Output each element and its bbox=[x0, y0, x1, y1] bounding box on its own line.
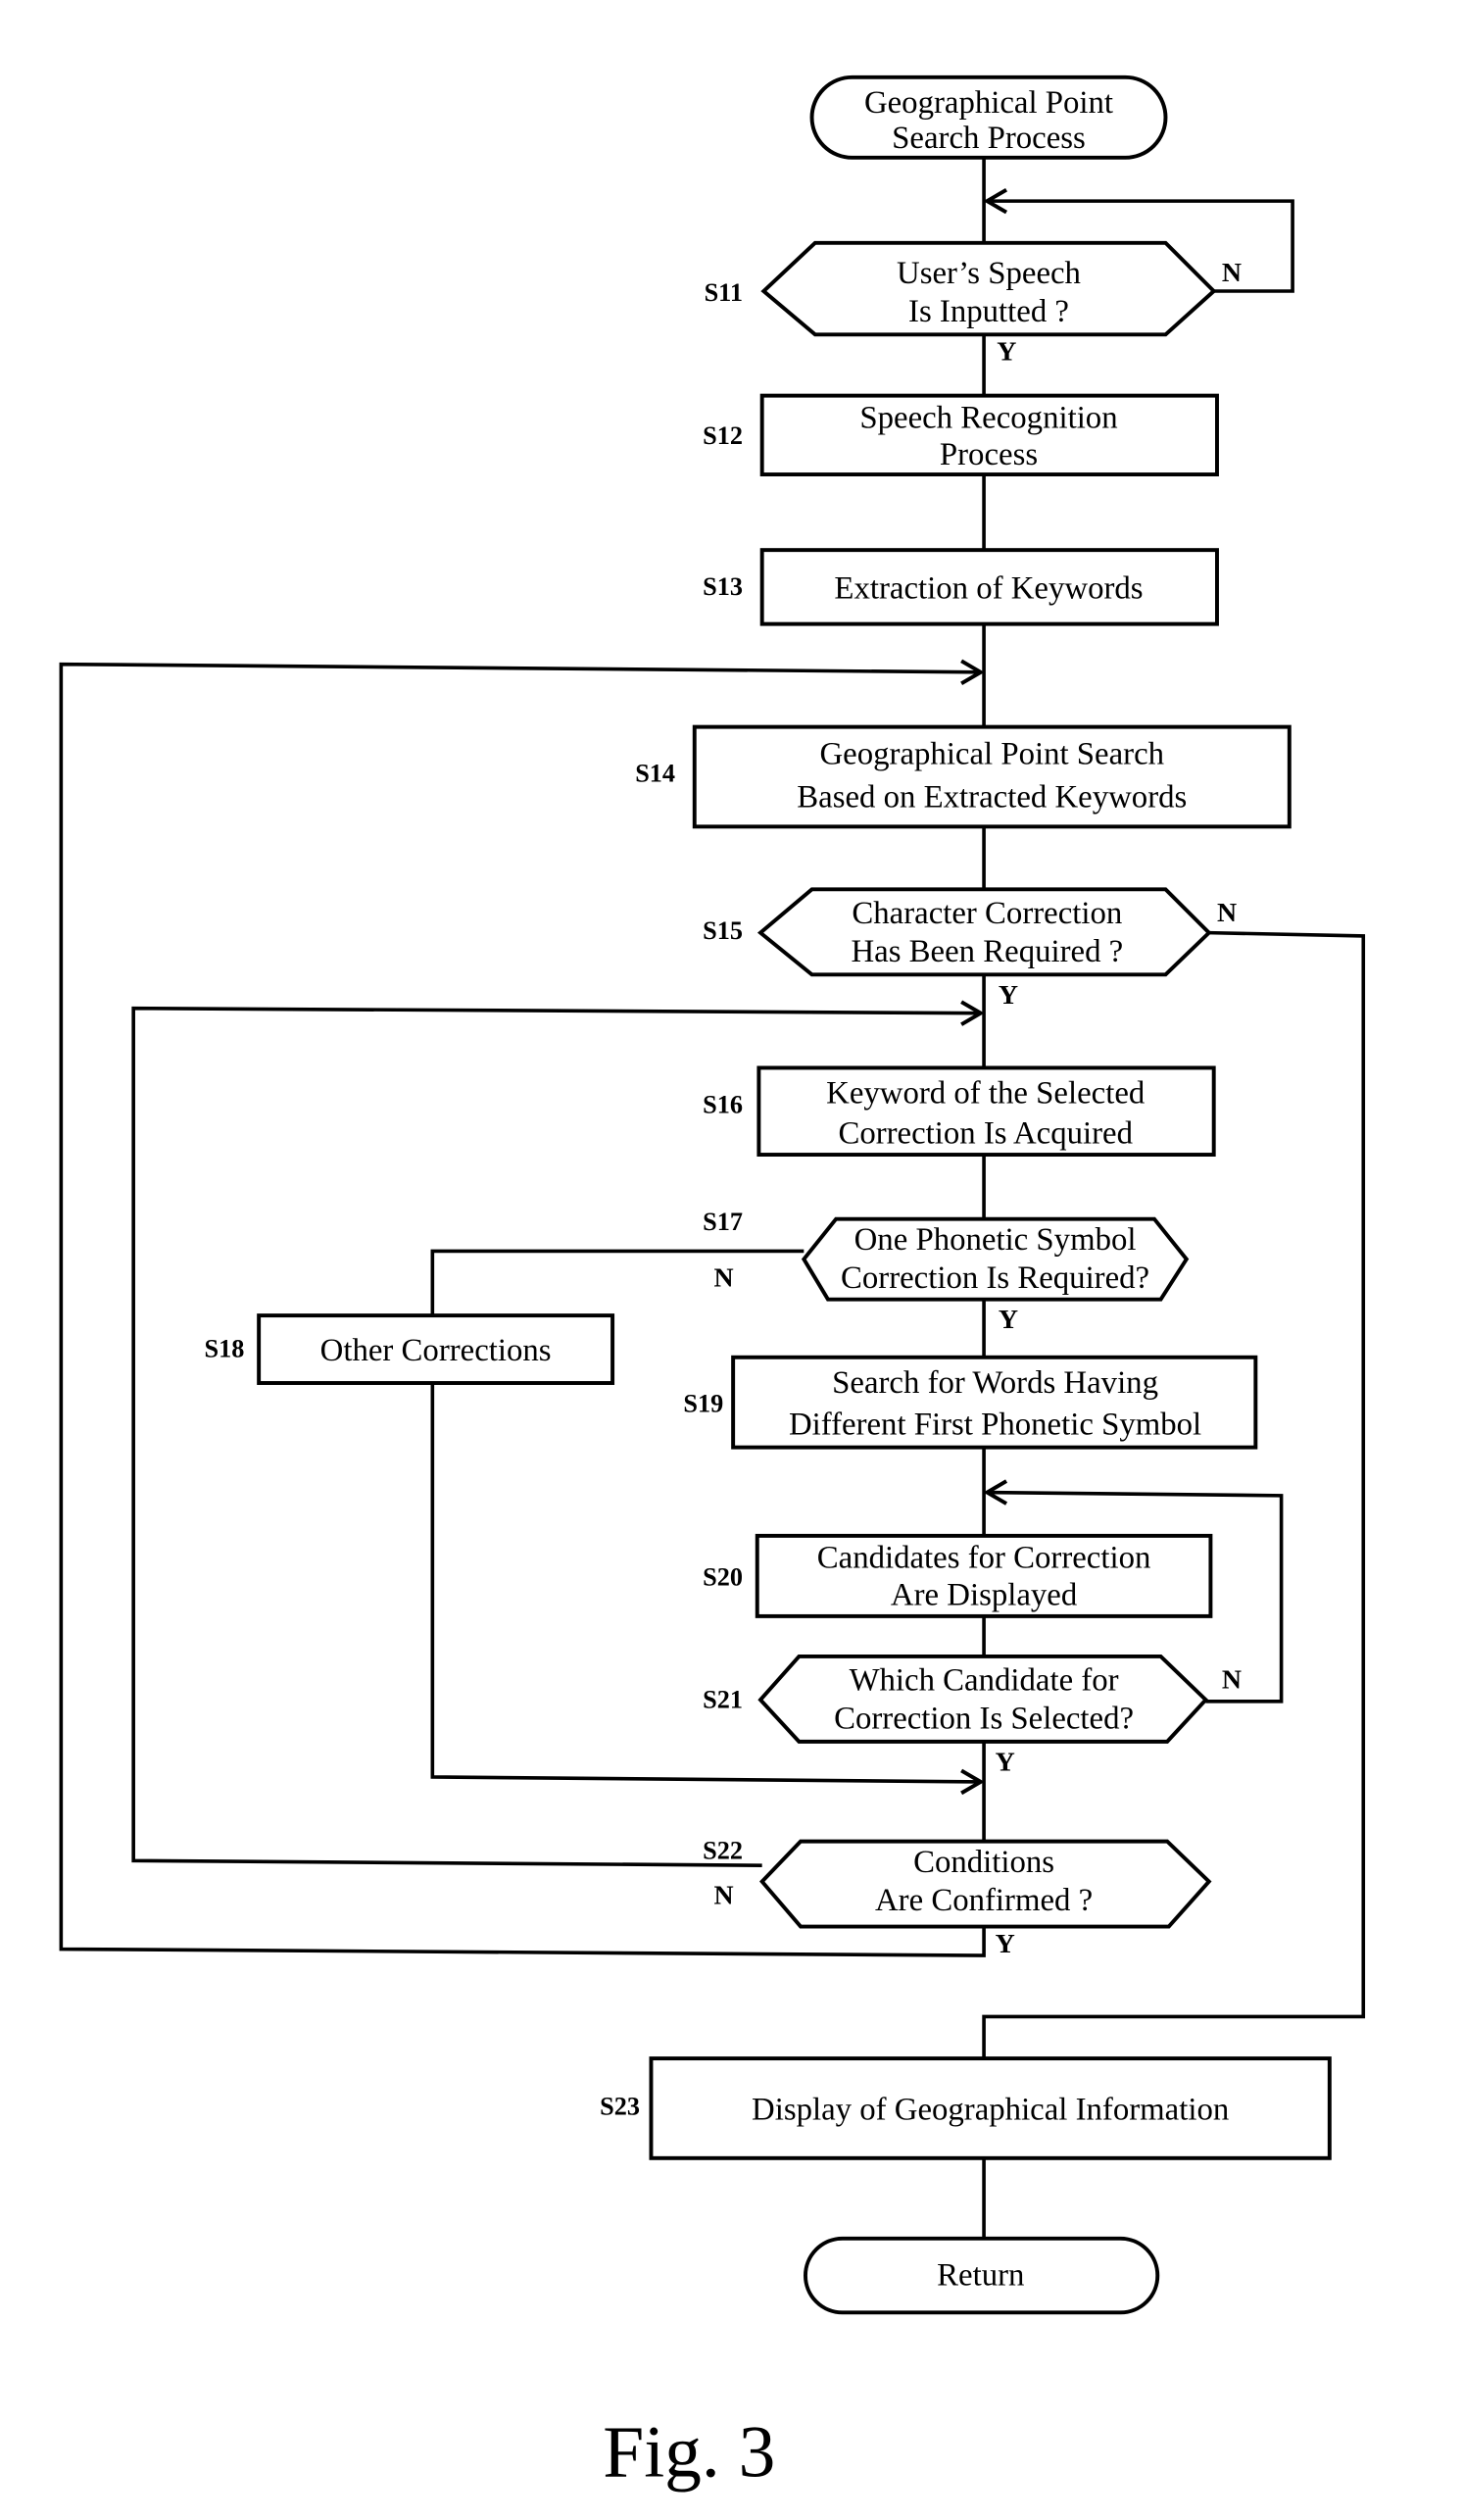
s19-step-id: S19 bbox=[683, 1390, 723, 1418]
process-s18: Other Corrections S18 bbox=[205, 1313, 615, 1385]
loop-s22-yes-to-s14 bbox=[59, 662, 986, 1957]
s11-yes-label: Y bbox=[997, 337, 1016, 368]
s15-yes-label: Y bbox=[999, 980, 1018, 1011]
start-label-line1: Geographical Point bbox=[864, 85, 1113, 121]
s20-line2: Are Displayed bbox=[891, 1577, 1077, 1612]
decision-s22: Conditions Are Confirmed ? S22 Y N bbox=[703, 1837, 1212, 1959]
s17-no-label: N bbox=[713, 1263, 733, 1294]
s23-step-id: S23 bbox=[600, 2093, 640, 2121]
s14-line2: Based on Extracted Keywords bbox=[797, 780, 1187, 815]
s21-step-id: S21 bbox=[703, 1685, 743, 1713]
s20-step-id: S20 bbox=[703, 1563, 743, 1592]
s12-step-id: S12 bbox=[703, 421, 743, 450]
decision-s11: User’s Speech Is Inputted ? S11 Y N bbox=[705, 240, 1242, 368]
s21-line2: Correction Is Selected? bbox=[834, 1702, 1134, 1737]
s22-line2: Are Confirmed ? bbox=[875, 1883, 1093, 1918]
connector-s17-no-to-s18 bbox=[430, 1249, 805, 1316]
s15-line2: Has Been Required ? bbox=[851, 934, 1123, 969]
s13-step-id: S13 bbox=[703, 572, 743, 601]
s22-step-id: S22 bbox=[703, 1837, 743, 1865]
s16-line2: Correction Is Acquired bbox=[838, 1116, 1133, 1152]
s21-yes-label: Y bbox=[996, 1747, 1015, 1777]
s23-line1: Display of Geographical Information bbox=[752, 2092, 1229, 2127]
s16-line1: Keyword of the Selected bbox=[826, 1076, 1145, 1112]
s17-line1: One Phonetic Symbol bbox=[854, 1222, 1137, 1258]
s11-line1: User’s Speech bbox=[897, 256, 1081, 291]
start-label-line2: Search Process bbox=[892, 121, 1086, 156]
process-s13: Extraction of Keywords S13 bbox=[703, 548, 1219, 626]
s14-step-id: S14 bbox=[635, 759, 675, 787]
start-terminator: Geographical Point Search Process bbox=[809, 74, 1168, 160]
process-s16: Keyword of the Selected Correction Is Ac… bbox=[703, 1065, 1216, 1158]
s13-line1: Extraction of Keywords bbox=[834, 570, 1143, 606]
s15-no-label: N bbox=[1217, 898, 1237, 928]
decision-s21: Which Candidate for Correction Is Select… bbox=[703, 1654, 1242, 1777]
s17-step-id: S17 bbox=[703, 1208, 743, 1236]
s12-line1: Speech Recognition bbox=[859, 400, 1117, 435]
s11-no-label: N bbox=[1222, 258, 1242, 288]
s19-line1: Search for Words Having bbox=[832, 1365, 1158, 1401]
process-s20: Candidates for Correction Are Displayed … bbox=[703, 1533, 1213, 1618]
s14-line1: Geographical Point Search bbox=[820, 736, 1165, 771]
s21-line1: Which Candidate for bbox=[850, 1662, 1119, 1698]
figure-caption: Fig. 3 bbox=[603, 2412, 775, 2494]
s20-line1: Candidates for Correction bbox=[817, 1541, 1151, 1576]
s22-no-label: N bbox=[713, 1881, 733, 1911]
process-s23: Display of Geographical Information S23 bbox=[600, 2056, 1332, 2160]
s21-no-label: N bbox=[1222, 1665, 1242, 1696]
process-s12: Speech Recognition Process S12 bbox=[703, 393, 1219, 477]
decision-s17: One Phonetic Symbol Correction Is Requir… bbox=[703, 1208, 1190, 1335]
s22-yes-label: Y bbox=[996, 1929, 1015, 1959]
s19-line2: Different First Phonetic Symbol bbox=[789, 1408, 1201, 1443]
s15-step-id: S15 bbox=[703, 916, 743, 945]
return-terminator: Return bbox=[804, 2236, 1160, 2315]
s15-line1: Character Correction bbox=[852, 896, 1122, 931]
s18-line1: Other Corrections bbox=[320, 1333, 552, 1368]
s17-line2: Correction Is Required? bbox=[841, 1260, 1149, 1296]
s12-line2: Process bbox=[940, 437, 1038, 472]
flowchart: Geographical Point Search Process User’s… bbox=[59, 74, 1366, 2494]
s11-step-id: S11 bbox=[705, 278, 743, 307]
return-label: Return bbox=[937, 2257, 1024, 2293]
process-s14: Geographical Point Search Based on Extra… bbox=[635, 724, 1292, 829]
s22-line1: Conditions bbox=[913, 1845, 1054, 1880]
process-s19: Search for Words Having Different First … bbox=[683, 1355, 1258, 1450]
decision-s15: Character Correction Has Been Required ?… bbox=[703, 887, 1237, 1011]
s17-yes-label: Y bbox=[999, 1305, 1018, 1335]
s18-step-id: S18 bbox=[205, 1335, 245, 1363]
s16-step-id: S16 bbox=[703, 1090, 743, 1118]
s11-line2: Is Inputted ? bbox=[908, 294, 1069, 329]
